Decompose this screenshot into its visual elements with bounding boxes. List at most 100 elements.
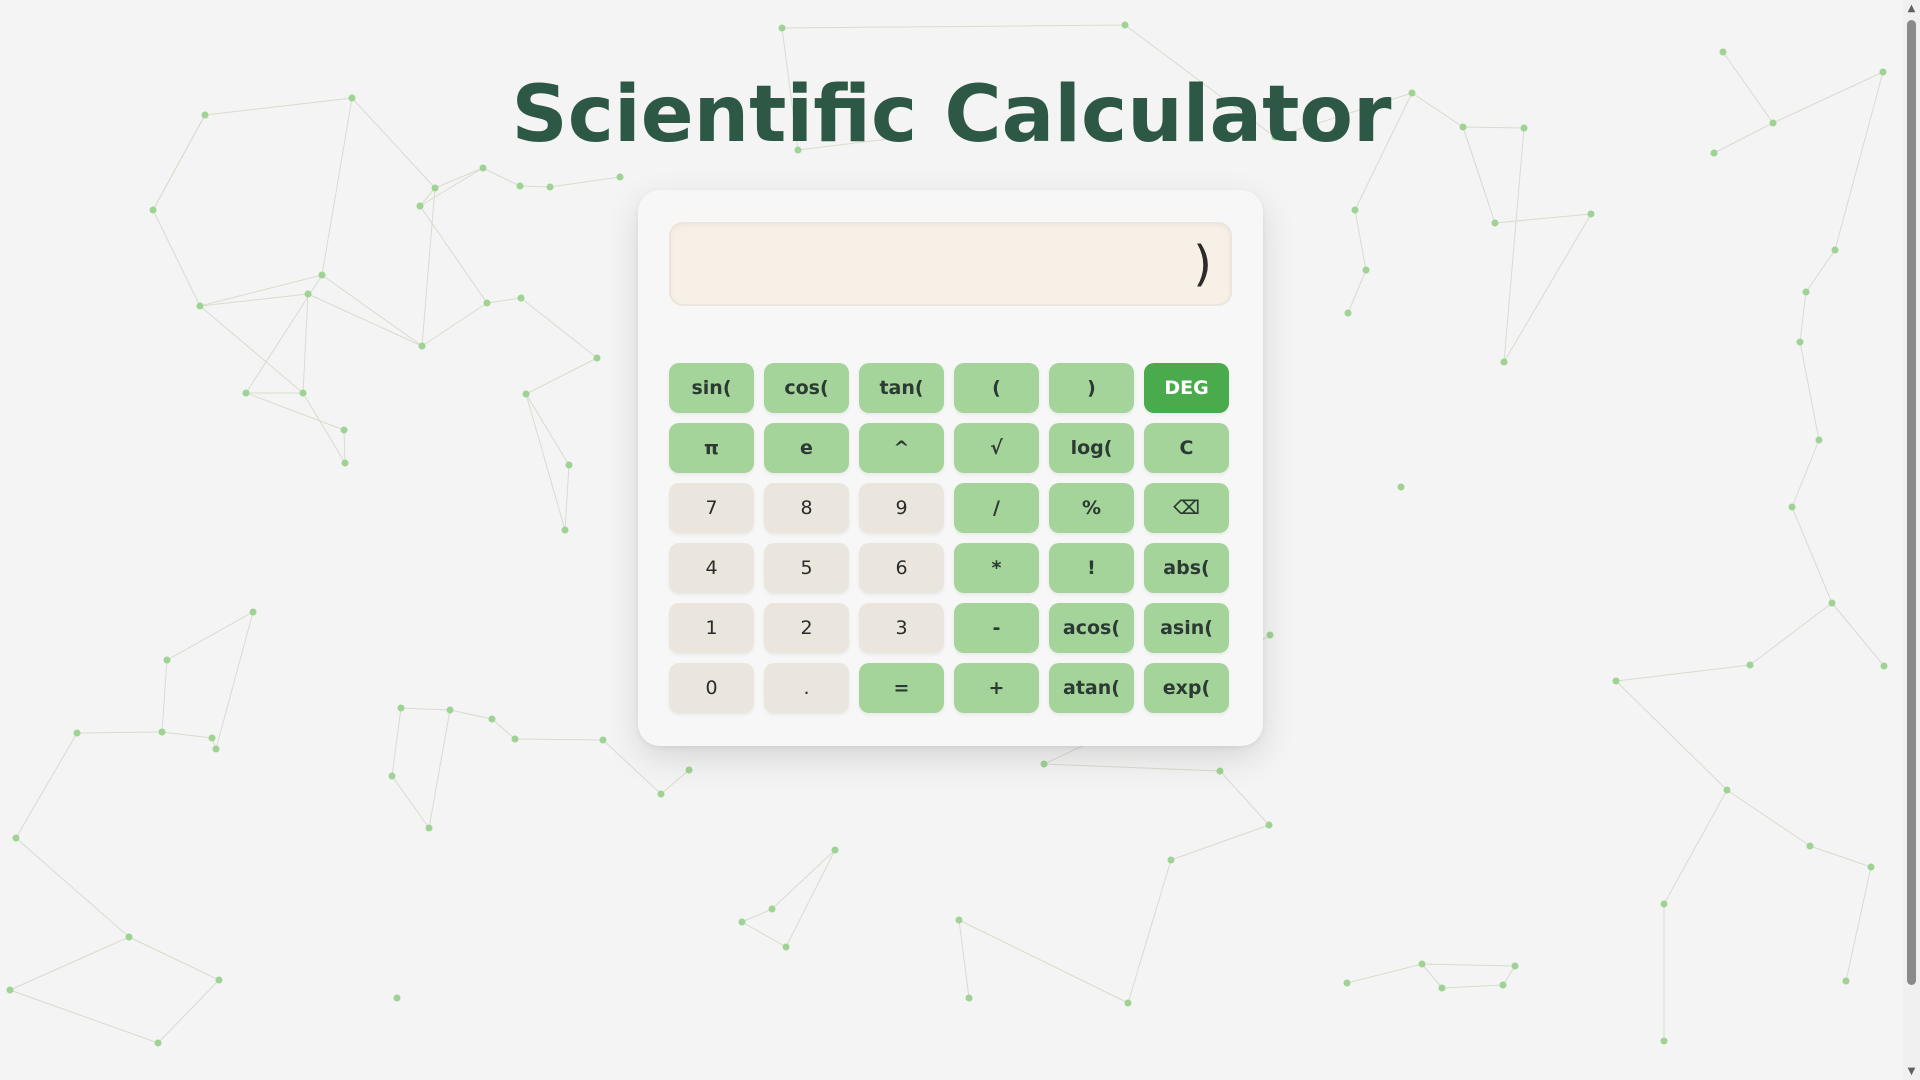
network-link (958, 919, 1129, 1004)
tan-button[interactable]: tan( (859, 363, 944, 413)
percent-button[interactable]: % (1049, 483, 1134, 533)
asin-button[interactable]: asin( (1144, 603, 1229, 653)
network-link (1502, 965, 1516, 986)
digit-1-button[interactable]: 1 (669, 603, 754, 653)
network-node (511, 735, 519, 743)
scroll-down-icon[interactable]: ▼ (1903, 1063, 1920, 1080)
pi-button[interactable]: π (669, 423, 754, 473)
abs-button[interactable]: abs( (1144, 543, 1229, 593)
page-title: Scientific Calculator (511, 70, 1392, 160)
power-button[interactable]: ^ (859, 423, 944, 473)
log-button[interactable]: log( (1049, 423, 1134, 473)
network-link (525, 393, 570, 466)
network-link (421, 187, 436, 347)
network-node (1842, 977, 1850, 985)
network-link (161, 659, 168, 733)
equals-button[interactable]: = (859, 663, 944, 713)
network-node (1723, 786, 1731, 794)
cos-button[interactable]: cos( (764, 363, 849, 413)
network-node (599, 736, 607, 744)
euler-button[interactable]: e (764, 423, 849, 473)
digit-9-button[interactable]: 9 (859, 483, 944, 533)
network-link (525, 357, 598, 395)
digit-5-button[interactable]: 5 (764, 543, 849, 593)
network-link (15, 837, 130, 938)
clear-button[interactable]: C (1144, 423, 1229, 473)
network-link (660, 769, 690, 795)
network-node (516, 182, 524, 190)
atan-button[interactable]: atan( (1049, 663, 1134, 713)
network-node (6, 986, 14, 994)
network-node (1362, 266, 1370, 274)
network-link (1809, 845, 1872, 868)
network-link (245, 392, 345, 431)
network-node (393, 994, 401, 1002)
network-node (1719, 48, 1727, 56)
close-paren-button[interactable]: ) (1049, 363, 1134, 413)
network-node (388, 772, 396, 780)
divide-button[interactable]: / (954, 483, 1039, 533)
network-link (1346, 963, 1423, 984)
network-link (549, 176, 621, 188)
digit-6-button[interactable]: 6 (859, 543, 944, 593)
network-link (199, 293, 309, 307)
network-node (955, 916, 963, 924)
digit-4-button[interactable]: 4 (669, 543, 754, 593)
network-node (1880, 662, 1888, 670)
network-link (321, 274, 423, 347)
network-node (1828, 599, 1836, 607)
network-node (1660, 1037, 1668, 1045)
display-value: ) (1193, 236, 1212, 292)
network-link (1503, 213, 1592, 363)
digit-7-button[interactable]: 7 (669, 483, 754, 533)
network-link (781, 24, 1126, 29)
digit-0-button[interactable]: 0 (669, 663, 754, 713)
network-link (1219, 770, 1270, 826)
subtract-button[interactable]: - (954, 603, 1039, 653)
network-node (341, 459, 349, 467)
network-link (215, 611, 254, 750)
network-node (1121, 21, 1129, 29)
network-link (1421, 963, 1443, 989)
network-node (1167, 856, 1175, 864)
network-node (1438, 984, 1446, 992)
network-node (561, 526, 569, 534)
add-button[interactable]: + (954, 663, 1039, 713)
network-node (483, 299, 491, 307)
scroll-up-icon[interactable]: ▲ (1903, 0, 1920, 17)
decimal-button[interactable]: . (764, 663, 849, 713)
scroll-thumb[interactable] (1907, 20, 1916, 985)
network-node (208, 734, 216, 742)
digit-3-button[interactable]: 3 (859, 603, 944, 653)
network-node (831, 846, 839, 854)
network-node (479, 164, 487, 172)
digit-2-button[interactable]: 2 (764, 603, 849, 653)
exp-button[interactable]: exp( (1144, 663, 1229, 713)
factorial-button[interactable]: ! (1049, 543, 1134, 593)
network-node (318, 271, 326, 279)
network-link (1127, 859, 1172, 1004)
open-paren-button[interactable]: ( (954, 363, 1039, 413)
network-link (1799, 341, 1820, 441)
acos-button[interactable]: acos( (1049, 603, 1134, 653)
network-link (1831, 602, 1885, 667)
network-link (391, 775, 430, 829)
network-link (602, 739, 662, 795)
network-node (340, 426, 348, 434)
network-node (1344, 309, 1352, 317)
network-node (425, 824, 433, 832)
backspace-icon-button[interactable]: ⌫ (1144, 483, 1229, 533)
sqrt-button[interactable]: √ (954, 423, 1039, 473)
vertical-scrollbar[interactable]: ▲ ▼ (1903, 0, 1920, 1080)
network-link (1615, 680, 1728, 791)
network-node (431, 184, 439, 192)
deg-toggle-button[interactable]: DEG (1144, 363, 1229, 413)
network-node (416, 202, 424, 210)
network-link (419, 167, 484, 207)
digit-8-button[interactable]: 8 (764, 483, 849, 533)
multiply-button[interactable]: * (954, 543, 1039, 593)
network-link (1799, 291, 1807, 343)
network-link (400, 707, 451, 711)
sin-button[interactable]: sin( (669, 363, 754, 413)
network-link (741, 908, 773, 923)
